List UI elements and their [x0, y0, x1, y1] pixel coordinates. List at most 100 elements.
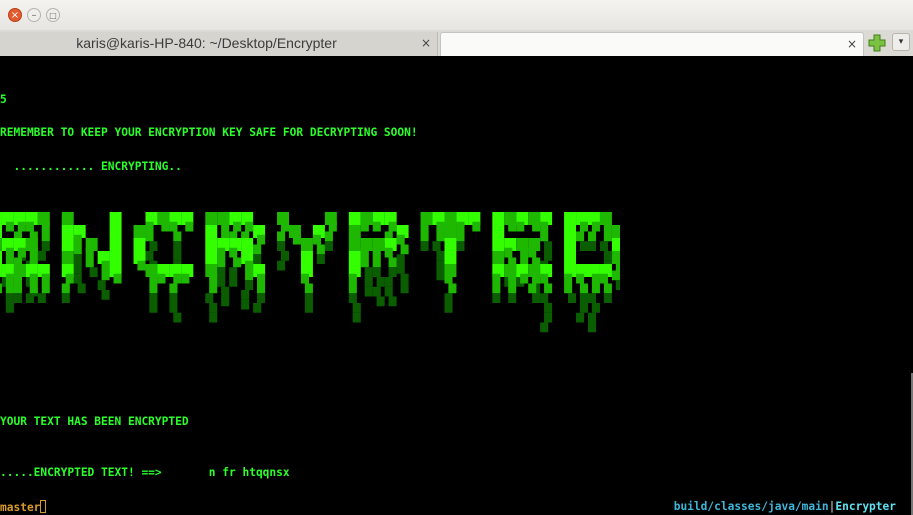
banner-drip: [149, 273, 158, 284]
banner-drip: [89, 267, 98, 277]
banner-drip: [492, 273, 501, 284]
banner-drip: [384, 247, 393, 258]
close-window-button[interactable]: ×: [8, 8, 22, 22]
terminal-line: 5: [0, 93, 7, 106]
banner-drip: [540, 273, 549, 284]
banner-drip: [229, 247, 238, 258]
banner-drip: [532, 273, 541, 284]
banner-pixel: [241, 238, 254, 251]
banner-drip: [229, 267, 238, 277]
banner-pixel: [492, 238, 505, 251]
project-name: Encrypter: [835, 500, 896, 513]
banner-drip: [73, 234, 82, 245]
banner-drip: [181, 273, 190, 284]
banner-drip: [169, 303, 178, 313]
terminal-output[interactable]: 5 REMEMBER TO KEEP YOUR ENCRYPTION KEY S…: [0, 56, 913, 515]
banner-drip: [372, 221, 381, 232]
banner-drip: [101, 290, 110, 300]
banner-drip: [492, 293, 501, 303]
banner-drip: [221, 296, 230, 307]
banner-drip: [603, 293, 612, 303]
banner-drip: [579, 303, 588, 313]
banner-drip: [376, 277, 385, 287]
banner-drip: [456, 241, 465, 251]
banner-drip: [388, 257, 397, 268]
banner-drip: [145, 231, 154, 242]
banner-drip: [472, 221, 481, 232]
banner-drip: [173, 231, 182, 242]
banner-drip: [324, 241, 333, 251]
banner-pixel: [444, 225, 457, 238]
banner-pixel: [61, 212, 74, 225]
terminal-line: YOUR TEXT HAS BEEN ENCRYPTED: [0, 415, 189, 428]
git-branch-status: master: [0, 500, 47, 515]
banner-drip: [348, 293, 357, 303]
minimize-window-button[interactable]: –: [27, 8, 41, 22]
banner-drip: [217, 257, 226, 268]
banner-drip: [444, 293, 453, 303]
tab-active-blank[interactable]: ×: [440, 32, 864, 56]
banner-drip: [233, 221, 242, 232]
banner-drip: [73, 264, 82, 274]
banner-drip: [400, 273, 409, 284]
banner-drip: [436, 260, 445, 271]
banner-drip: [540, 293, 549, 303]
banner-drip: [304, 283, 313, 294]
plus-icon[interactable]: [867, 33, 887, 53]
tab-menu-button[interactable]: ▾: [892, 33, 910, 51]
banner-pixel: [564, 212, 577, 225]
banner-drip: [73, 254, 82, 264]
banner-drip: [85, 257, 94, 268]
tab-terminal-encrypter[interactable]: karis@karis-HP-840: ~/Desktop/Encrypter …: [0, 32, 438, 56]
banner-drip: [579, 221, 588, 232]
close-tab-icon[interactable]: ×: [847, 37, 857, 51]
banner-drip: [257, 234, 266, 245]
banner-drip: [540, 231, 549, 242]
banner-pixel: [0, 225, 2, 238]
banner-drip: [5, 273, 14, 284]
banner-drip: [364, 267, 373, 277]
banner-drip: [591, 273, 600, 284]
banner-drip: [420, 221, 429, 232]
banner-drip: [241, 299, 250, 310]
banner-pixel: [492, 225, 505, 238]
banner-drip: [304, 293, 313, 303]
banner-drip: [528, 247, 537, 258]
banner-drip: [173, 273, 182, 284]
banner-drip: [29, 283, 38, 294]
banner-pixel: [133, 238, 146, 251]
banner-pixel: [109, 251, 122, 264]
banner-drip: [360, 247, 369, 258]
banner-drip: [241, 290, 250, 300]
banner-drip: [233, 257, 242, 268]
banner-drip: [436, 251, 445, 261]
banner-pixel: [564, 238, 577, 251]
banner-drip: [372, 286, 381, 297]
banner-drip: [149, 241, 158, 251]
encrypted-banner-art: [0, 212, 620, 333]
banner-drip: [436, 221, 445, 232]
banner-pixel: [348, 212, 361, 225]
banner-drip: [588, 293, 597, 303]
close-tab-icon[interactable]: ×: [421, 36, 431, 50]
banner-drip: [603, 283, 612, 294]
banner-drip: [277, 260, 286, 271]
banner-drip: [25, 293, 34, 303]
banner-drip: [603, 251, 612, 261]
banner-drip: [205, 293, 214, 303]
banner-pixel: [0, 212, 2, 225]
banner-drip: [292, 234, 301, 245]
banner-drip: [611, 270, 620, 281]
banner-drip: [400, 283, 409, 294]
banner-drip: [508, 293, 517, 303]
banner-drip: [588, 322, 597, 333]
banner-drip: [436, 231, 445, 242]
maximize-window-button[interactable]: □: [46, 8, 60, 22]
banner-drip: [169, 283, 178, 294]
banner-drip: [588, 231, 597, 242]
banner-drip: [17, 247, 26, 258]
banner-drip: [253, 254, 262, 264]
banner-drip: [173, 251, 182, 261]
tab-bar: karis@karis-HP-840: ~/Desktop/Encrypter …: [0, 30, 913, 56]
banner-drip: [73, 273, 82, 284]
